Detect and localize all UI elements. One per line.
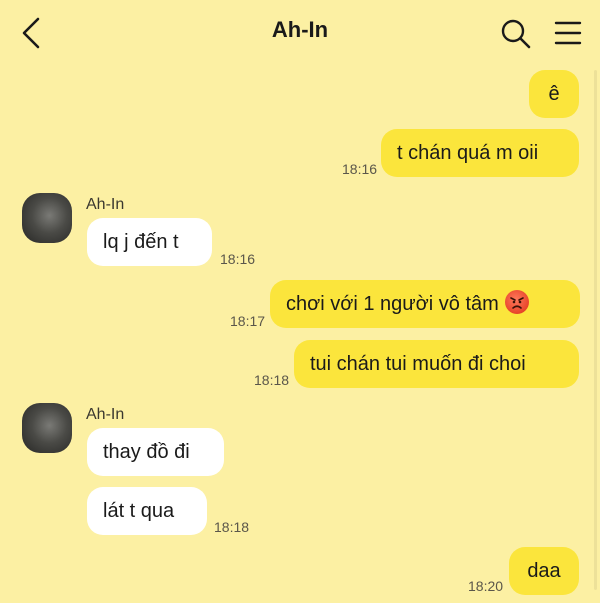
message-bubble-outgoing[interactable]: t chán quá m oii [381, 129, 579, 177]
hamburger-menu-icon [554, 21, 582, 45]
message-text: chơi với 1 người vô tâm [286, 293, 499, 315]
chat-header: Ah-In [0, 0, 600, 66]
message-bubble-outgoing[interactable]: tui chán tui muốn đi choi [294, 340, 579, 388]
message-bubble-outgoing[interactable]: ê [529, 70, 579, 118]
message-time: 18:18 [214, 519, 250, 535]
menu-button[interactable] [553, 18, 583, 48]
message-bubble-incoming[interactable]: lát t qua [87, 487, 207, 535]
avatar[interactable] [22, 403, 72, 453]
message-time: 18:18 [254, 372, 290, 388]
angry-face-icon [504, 290, 529, 314]
sender-name: Ah-In [86, 406, 125, 423]
sender-name: Ah-In [86, 196, 125, 213]
message-time: 18:20 [468, 578, 504, 594]
message-time: 18:16 [220, 251, 256, 267]
search-icon [501, 19, 531, 49]
message-bubble-incoming[interactable]: thay đồ đi [87, 428, 224, 476]
message-bubble-outgoing[interactable]: chơi với 1 người vô tâm [270, 280, 580, 328]
message-time: 18:16 [342, 161, 378, 177]
search-button[interactable] [500, 18, 532, 50]
message-bubble-outgoing[interactable]: daa [509, 547, 579, 595]
message-bubble-incoming[interactable]: lq j đến t [87, 218, 212, 266]
avatar[interactable] [22, 193, 72, 243]
message-time: 18:17 [230, 313, 266, 329]
scrollbar[interactable] [594, 70, 597, 590]
